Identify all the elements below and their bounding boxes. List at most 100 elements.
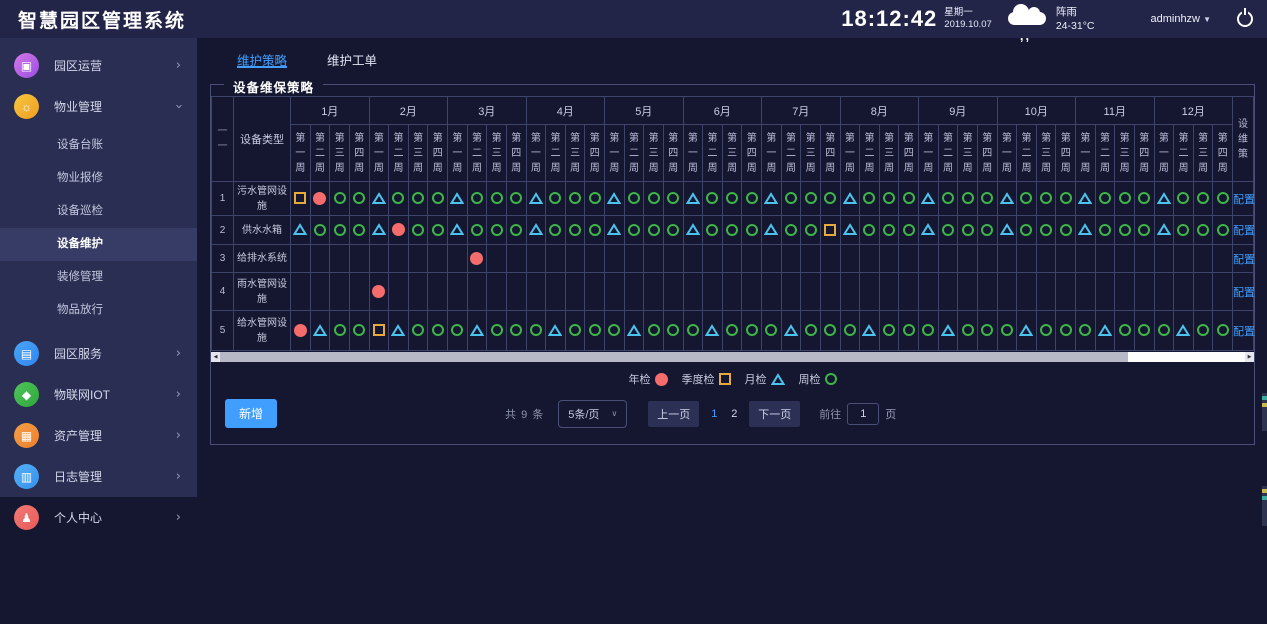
config-link[interactable]: 配置 — [1233, 326, 1255, 338]
config-link[interactable]: 配置 — [1233, 287, 1255, 299]
page-number[interactable]: 2 — [724, 408, 744, 420]
monthly-check-symbol — [1078, 192, 1092, 205]
weekly-check-symbol — [510, 192, 522, 204]
month-header: 3月 — [448, 97, 527, 125]
week-cell — [369, 245, 389, 273]
week-cell — [330, 311, 350, 351]
week-cell — [899, 216, 919, 245]
weekly-check-symbol — [412, 324, 424, 336]
scrollbar-marker — [1262, 486, 1267, 526]
week-header: 第一周 — [291, 125, 311, 182]
add-button[interactable]: 新增 — [225, 399, 277, 428]
week-cell — [1134, 216, 1154, 245]
week-cell — [722, 216, 742, 245]
weekly-check-symbol — [412, 224, 424, 236]
sidebar-subitem[interactable]: 设备维护 — [0, 228, 197, 261]
week-header: 第四周 — [1056, 125, 1076, 182]
week-cell — [840, 273, 860, 311]
week-header: 第三周 — [958, 125, 978, 182]
week-header: 第三周 — [408, 125, 428, 182]
week-cell — [919, 245, 939, 273]
week-cell — [310, 311, 330, 351]
monthly-check-symbol — [529, 223, 543, 236]
week-cell — [801, 311, 821, 351]
week-cell — [1095, 245, 1115, 273]
week-cell — [487, 216, 507, 245]
next-page-button[interactable]: 下一页 — [749, 401, 800, 427]
scrollbar-thumb[interactable] — [220, 352, 1128, 362]
row-number: 2 — [212, 216, 234, 245]
weekly-check-symbol — [942, 192, 954, 204]
week-cell — [683, 216, 703, 245]
sidebar-menu: ▣园区运营›☼物业管理›设备台账物业报修设备巡检设备维护装修管理物品放行▤园区服… — [0, 45, 197, 538]
horizontal-scrollbar[interactable]: ◀ ▶ — [211, 352, 1254, 362]
sidebar-subitem[interactable]: 装修管理 — [0, 261, 197, 294]
sidebar-subitem[interactable]: 设备台账 — [0, 129, 197, 162]
week-cell — [526, 273, 546, 311]
week-cell — [526, 182, 546, 216]
monthly-check-symbol — [391, 324, 405, 337]
week-cell — [1134, 273, 1154, 311]
week-cell — [919, 182, 939, 216]
tab-maintenance-strategy[interactable]: 维护策略 — [237, 50, 287, 68]
weekly-check-symbol — [608, 324, 620, 336]
config-link[interactable]: 配置 — [1233, 254, 1255, 266]
sidebar-item-park-operation[interactable]: ▣园区运营› — [0, 45, 197, 86]
week-cell — [899, 245, 919, 273]
sidebar-item-label: 园区服务 — [54, 345, 102, 362]
total-count: 共 9 条 — [505, 406, 544, 422]
power-button[interactable] — [1237, 11, 1253, 27]
quarterly-check-symbol — [294, 192, 306, 204]
sidebar-item-personal-center[interactable]: ♟个人中心› — [0, 497, 197, 538]
page-numbers: 12 — [704, 408, 744, 420]
scrollbar-marker — [1262, 393, 1267, 431]
weekly-check-symbol — [903, 224, 915, 236]
week-cell — [487, 273, 507, 311]
week-cell — [860, 273, 880, 311]
weekly-check-symbol — [726, 224, 738, 236]
weekly-check-symbol — [883, 192, 895, 204]
week-cell — [408, 311, 428, 351]
sidebar-subitem[interactable]: 物品放行 — [0, 294, 197, 327]
sidebar-item-iot[interactable]: ◆物联网IOT› — [0, 374, 197, 415]
sidebar-subitem[interactable]: 物业报修 — [0, 162, 197, 195]
page-number[interactable]: 1 — [704, 408, 724, 420]
weekly-check-symbol — [962, 192, 974, 204]
sidebar-item-park-service[interactable]: ▤园区服务› — [0, 333, 197, 374]
weekly-check-symbol — [628, 224, 640, 236]
week-cell — [977, 182, 997, 216]
week-header: 第一周 — [762, 125, 782, 182]
prev-page-button[interactable]: 上一页 — [648, 401, 699, 427]
user-menu[interactable]: adminhzw ▼ — [1150, 13, 1211, 25]
scroll-left-icon[interactable]: ◀ — [211, 352, 220, 362]
sidebar-item-log-management[interactable]: ▥日志管理› — [0, 456, 197, 497]
week-cell — [310, 273, 330, 311]
scrollbar-track[interactable] — [1128, 352, 1245, 362]
week-cell — [1076, 273, 1096, 311]
week-cell — [1193, 245, 1213, 273]
weekly-check-symbol — [530, 324, 542, 336]
week-cell — [722, 245, 742, 273]
config-link[interactable]: 配置 — [1233, 225, 1255, 237]
week-cell — [546, 245, 566, 273]
week-cell — [291, 273, 311, 311]
scroll-right-icon[interactable]: ▶ — [1245, 352, 1254, 362]
sidebar-item-property-management[interactable]: ☼物业管理› — [0, 86, 197, 127]
legend-label: 季度检 — [682, 371, 715, 387]
goto-page-input[interactable] — [847, 403, 879, 425]
week-cell — [448, 311, 468, 351]
week-cell — [1017, 216, 1037, 245]
sidebar-subitem[interactable]: 设备巡检 — [0, 195, 197, 228]
sidebar-item-asset-management[interactable]: ▦资产管理› — [0, 415, 197, 456]
week-cell — [389, 273, 409, 311]
week-cell — [860, 311, 880, 351]
weekly-check-symbol — [726, 192, 738, 204]
legend-item: 季度检 — [682, 371, 731, 387]
weekly-check-symbol — [648, 224, 660, 236]
config-link[interactable]: 配置 — [1233, 194, 1255, 206]
page-size-select[interactable]: 5条/页 ∨ — [558, 400, 627, 428]
sidebar: ▣园区运营›☼物业管理›设备台账物业报修设备巡检设备维护装修管理物品放行▤园区服… — [0, 38, 197, 497]
sidebar-submenu: 设备台账物业报修设备巡检设备维护装修管理物品放行 — [0, 127, 197, 333]
week-cell — [389, 311, 409, 351]
tab-maintenance-workorder[interactable]: 维护工单 — [327, 50, 377, 68]
